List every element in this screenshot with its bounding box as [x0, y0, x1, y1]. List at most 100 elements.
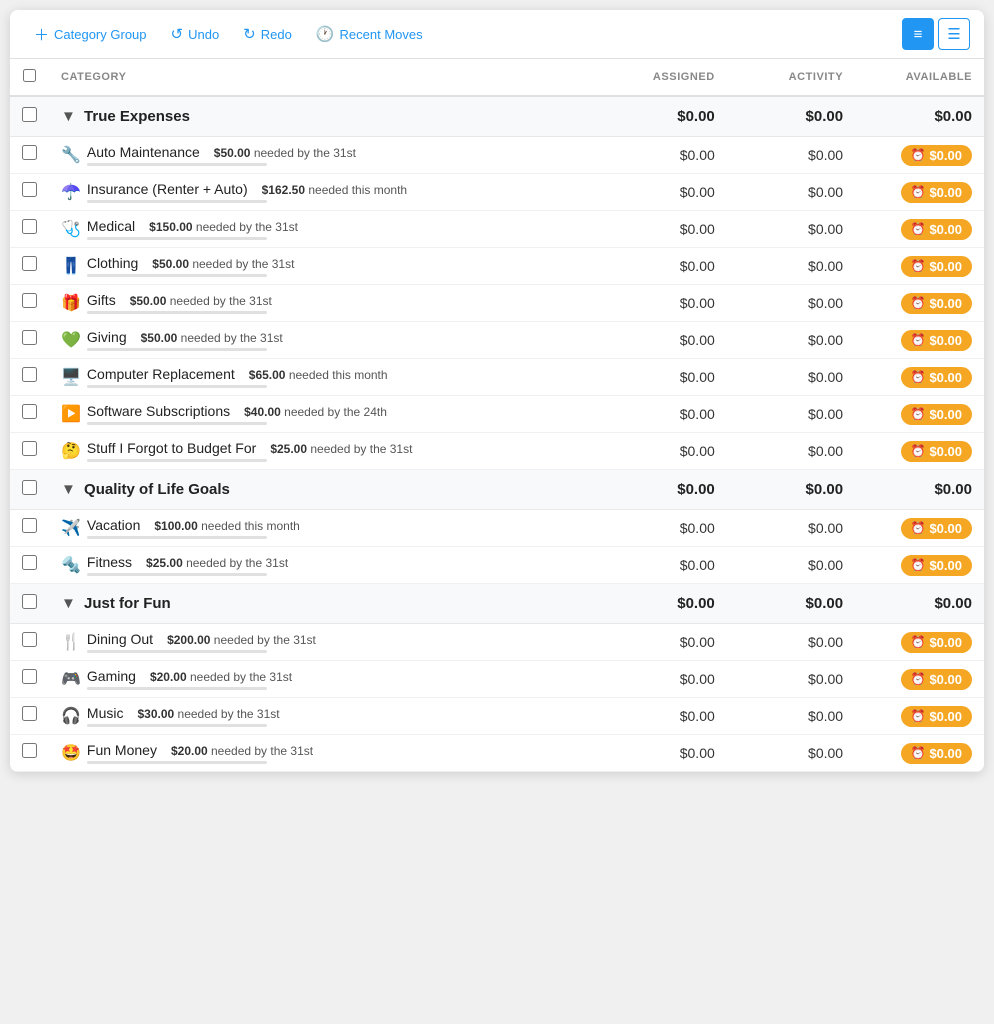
- group-activity[interactable]: $0.00: [727, 584, 855, 624]
- cat-name[interactable]: Insurance (Renter + Auto): [87, 181, 248, 197]
- cat-name[interactable]: Music: [87, 705, 124, 721]
- cat-assigned[interactable]: $0.00: [598, 137, 727, 174]
- cat-checkbox-2-0[interactable]: [22, 632, 37, 647]
- cat-activity[interactable]: $0.00: [727, 735, 855, 772]
- undo-button[interactable]: ↺ Undo: [161, 20, 230, 48]
- select-all-checkbox[interactable]: [23, 69, 36, 82]
- recent-moves-button[interactable]: 🕐 Recent Moves: [306, 20, 433, 48]
- available-badge[interactable]: ⏰ $0.00: [901, 404, 973, 425]
- cat-activity[interactable]: $0.00: [727, 396, 855, 433]
- cat-assigned[interactable]: $0.00: [598, 211, 727, 248]
- cat-activity[interactable]: $0.00: [727, 547, 855, 584]
- cat-activity[interactable]: $0.00: [727, 510, 855, 547]
- cat-checkbox-2-1[interactable]: [22, 669, 37, 684]
- group-checkbox-1[interactable]: [22, 480, 37, 495]
- available-badge[interactable]: ⏰ $0.00: [901, 219, 973, 240]
- cat-name[interactable]: Software Subscriptions: [87, 403, 230, 419]
- group-checkbox-0[interactable]: [22, 107, 37, 122]
- available-badge[interactable]: ⏰ $0.00: [901, 145, 973, 166]
- cat-assigned[interactable]: $0.00: [598, 248, 727, 285]
- cat-checkbox-0-1[interactable]: [22, 182, 37, 197]
- cat-activity[interactable]: $0.00: [727, 211, 855, 248]
- group-activity[interactable]: $0.00: [727, 470, 855, 510]
- cat-name[interactable]: Gaming: [87, 668, 136, 684]
- group-chevron-icon[interactable]: ▼: [61, 108, 76, 125]
- group-chevron-icon[interactable]: ▼: [61, 481, 76, 498]
- available-badge[interactable]: ⏰ $0.00: [901, 293, 973, 314]
- list-view-button[interactable]: ☰: [938, 18, 970, 50]
- available-badge[interactable]: ⏰ $0.00: [901, 182, 973, 203]
- cat-assigned[interactable]: $0.00: [598, 624, 727, 661]
- cat-checkbox-0-3[interactable]: [22, 256, 37, 271]
- cat-checkbox-0-7[interactable]: [22, 404, 37, 419]
- available-badge[interactable]: ⏰ $0.00: [901, 632, 973, 653]
- group-activity[interactable]: $0.00: [727, 96, 855, 137]
- available-badge[interactable]: ⏰ $0.00: [901, 706, 973, 727]
- cat-name[interactable]: Medical: [87, 218, 135, 234]
- cat-name[interactable]: Dining Out: [87, 631, 153, 647]
- group-assigned[interactable]: $0.00: [598, 584, 727, 624]
- clock-badge-icon: ⏰: [911, 407, 926, 421]
- group-assigned[interactable]: $0.00: [598, 96, 727, 137]
- group-available[interactable]: $0.00: [855, 584, 984, 624]
- cat-name[interactable]: Vacation: [87, 517, 140, 533]
- cat-activity[interactable]: $0.00: [727, 322, 855, 359]
- redo-button[interactable]: ↻ Redo: [233, 20, 302, 48]
- cat-assigned[interactable]: $0.00: [598, 174, 727, 211]
- cat-checkbox-0-5[interactable]: [22, 330, 37, 345]
- cat-assigned[interactable]: $0.00: [598, 698, 727, 735]
- group-available[interactable]: $0.00: [855, 96, 984, 137]
- cat-name[interactable]: Computer Replacement: [87, 366, 235, 382]
- cat-checkbox-2-3[interactable]: [22, 743, 37, 758]
- cat-checkbox-2-2[interactable]: [22, 706, 37, 721]
- budget-table-wrap: CATEGORY ASSIGNED ACTIVITY AVAILABLE: [10, 59, 984, 772]
- available-badge[interactable]: ⏰ $0.00: [901, 441, 973, 462]
- available-badge[interactable]: ⏰ $0.00: [901, 743, 973, 764]
- cat-name[interactable]: Auto Maintenance: [87, 144, 200, 160]
- cat-activity[interactable]: $0.00: [727, 661, 855, 698]
- cat-activity[interactable]: $0.00: [727, 624, 855, 661]
- cat-activity[interactable]: $0.00: [727, 248, 855, 285]
- cat-assigned[interactable]: $0.00: [598, 433, 727, 470]
- available-badge[interactable]: ⏰ $0.00: [901, 669, 973, 690]
- available-badge[interactable]: ⏰ $0.00: [901, 555, 973, 576]
- cat-assigned[interactable]: $0.00: [598, 547, 727, 584]
- cat-name[interactable]: Stuff I Forgot to Budget For: [87, 440, 256, 456]
- available-badge[interactable]: ⏰ $0.00: [901, 330, 973, 351]
- cat-activity[interactable]: $0.00: [727, 174, 855, 211]
- cat-checkbox-1-0[interactable]: [22, 518, 37, 533]
- cat-activity[interactable]: $0.00: [727, 137, 855, 174]
- cat-name[interactable]: Giving: [87, 329, 127, 345]
- cat-checkbox-0-4[interactable]: [22, 293, 37, 308]
- cat-assigned[interactable]: $0.00: [598, 735, 727, 772]
- cat-checkbox-0-0[interactable]: [22, 145, 37, 160]
- cat-assigned[interactable]: $0.00: [598, 510, 727, 547]
- compact-view-button[interactable]: ≡: [902, 18, 934, 50]
- cat-name[interactable]: Fun Money: [87, 742, 157, 758]
- cat-checkbox-0-8[interactable]: [22, 441, 37, 456]
- cat-assigned[interactable]: $0.00: [598, 396, 727, 433]
- cat-activity[interactable]: $0.00: [727, 285, 855, 322]
- group-checkbox-2[interactable]: [22, 594, 37, 609]
- cat-assigned[interactable]: $0.00: [598, 322, 727, 359]
- group-available[interactable]: $0.00: [855, 470, 984, 510]
- cat-icon: 🎁: [61, 293, 81, 313]
- group-assigned[interactable]: $0.00: [598, 470, 727, 510]
- cat-assigned[interactable]: $0.00: [598, 285, 727, 322]
- available-badge[interactable]: ⏰ $0.00: [901, 256, 973, 277]
- cat-checkbox-0-6[interactable]: [22, 367, 37, 382]
- available-badge[interactable]: ⏰ $0.00: [901, 367, 973, 388]
- cat-activity[interactable]: $0.00: [727, 698, 855, 735]
- cat-checkbox-1-1[interactable]: [22, 555, 37, 570]
- add-category-group-button[interactable]: ＋ Category Group: [24, 19, 157, 50]
- group-chevron-icon[interactable]: ▼: [61, 595, 76, 612]
- cat-name[interactable]: Clothing: [87, 255, 138, 271]
- cat-name[interactable]: Fitness: [87, 554, 132, 570]
- cat-assigned[interactable]: $0.00: [598, 359, 727, 396]
- available-badge[interactable]: ⏰ $0.00: [901, 518, 973, 539]
- cat-checkbox-0-2[interactable]: [22, 219, 37, 234]
- cat-activity[interactable]: $0.00: [727, 359, 855, 396]
- cat-assigned[interactable]: $0.00: [598, 661, 727, 698]
- cat-name[interactable]: Gifts: [87, 292, 116, 308]
- cat-activity[interactable]: $0.00: [727, 433, 855, 470]
